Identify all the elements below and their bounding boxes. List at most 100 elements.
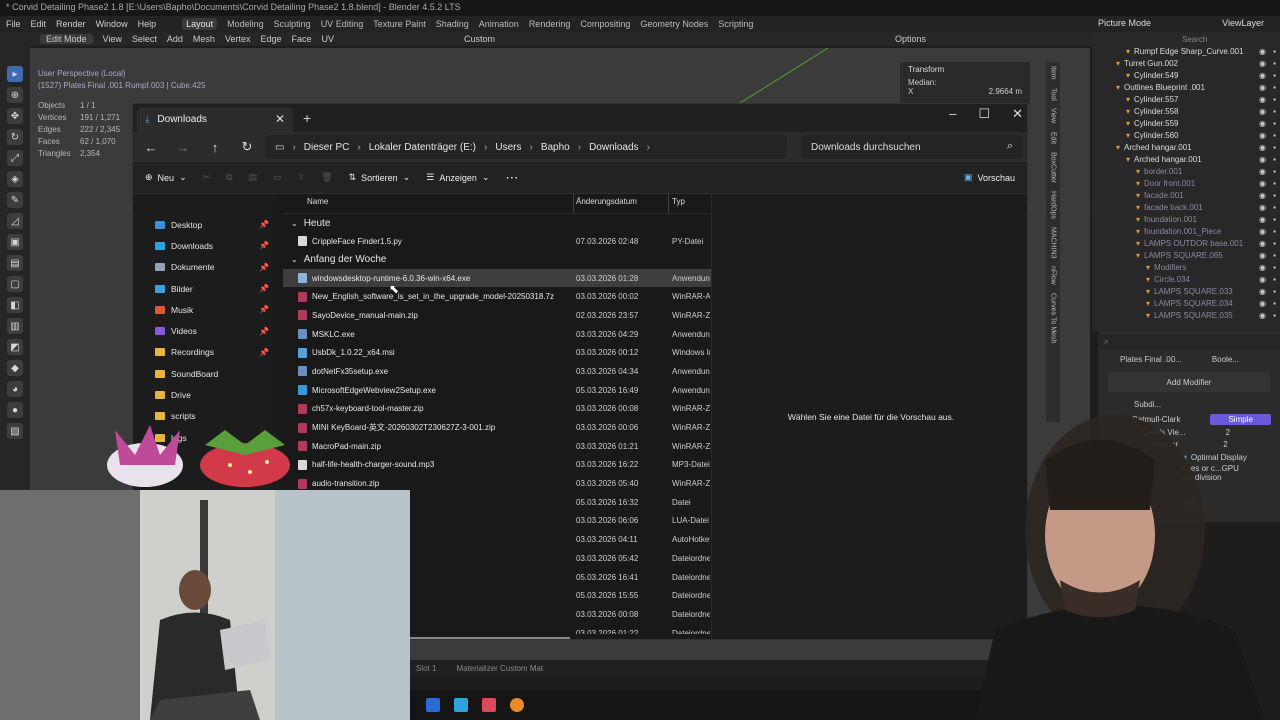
nav-item-bilder[interactable]: Bilder 📌: [133, 278, 279, 299]
file-row[interactable]: windowsdesktop-runtime-6.0.36-win-x64.ex…: [283, 268, 711, 288]
delete-icon[interactable]: 🗑: [313, 172, 340, 183]
eye-icon[interactable]: ◉: [1259, 70, 1266, 82]
add-cube-tool-icon[interactable]: ▣: [7, 234, 23, 250]
render-icon[interactable]: ▪: [1273, 94, 1276, 106]
eye-icon[interactable]: ◉: [1259, 238, 1266, 250]
render-icon[interactable]: ▪: [1273, 214, 1276, 226]
outliner-row[interactable]: ▾ Outlines Blueprint .001 ◉ ▪: [1092, 82, 1280, 94]
header-menu-face[interactable]: Face: [291, 34, 311, 44]
eye-icon[interactable]: ◉: [1259, 166, 1266, 178]
n-panel-tab[interactable]: Curves To Mesh: [1050, 293, 1057, 343]
workspace-tab[interactable]: Layout: [182, 18, 218, 30]
workspace-tab[interactable]: UV Editing: [321, 19, 364, 29]
viewlayer-label[interactable]: ViewLayer: [1222, 18, 1264, 28]
bevel-tool-icon[interactable]: ◧: [7, 297, 23, 313]
nav-item-dokumente[interactable]: Dokumente 📌: [133, 257, 279, 278]
shear-tool-icon[interactable]: ▧: [7, 423, 23, 439]
nav-item-musik[interactable]: Musik 📌: [133, 299, 279, 320]
outliner-row[interactable]: ▾ LAMPS SQUARE.035 ◉ ▪: [1092, 310, 1280, 322]
eye-icon[interactable]: ◉: [1259, 262, 1266, 274]
workspace-tab[interactable]: Compositing: [580, 19, 630, 29]
eye-icon[interactable]: ◉: [1259, 82, 1266, 94]
more-options-icon[interactable]: ⋯: [497, 170, 526, 186]
group-header-today[interactable]: ⌄ Heute: [283, 214, 711, 232]
smooth-tool-icon[interactable]: ●: [7, 402, 23, 418]
taskbar-image-icon[interactable]: [482, 698, 496, 712]
taskbar-blender-icon[interactable]: [510, 698, 524, 712]
nav-item-desktop[interactable]: Desktop 📌: [133, 214, 279, 235]
eye-icon[interactable]: ◉: [1259, 190, 1266, 202]
knife-tool-icon[interactable]: ◩: [7, 339, 23, 355]
eye-icon[interactable]: ◉: [1259, 118, 1266, 130]
spin-tool-icon[interactable]: ◕: [7, 381, 23, 397]
outliner-row[interactable]: ▾ foundation.001_Piece ◉ ▪: [1092, 226, 1280, 238]
header-menu-add[interactable]: Add: [167, 34, 183, 44]
scale-tool-icon[interactable]: ⤢: [7, 150, 23, 166]
eye-icon[interactable]: ◉: [1259, 106, 1266, 118]
workspace-tab[interactable]: Geometry Nodes: [640, 19, 708, 29]
n-panel-tab[interactable]: HardOps: [1050, 191, 1057, 219]
eye-icon[interactable]: ◉: [1259, 46, 1266, 58]
back-icon[interactable]: ←: [135, 140, 167, 155]
props-search[interactable]: ⌕: [1104, 337, 1108, 347]
pin-icon[interactable]: 📌: [259, 241, 269, 250]
type-column-header[interactable]: Typ: [672, 197, 685, 206]
file-row[interactable]: MSKLC.exe 03.03.2026 04:29 Anwendung: [283, 325, 711, 344]
render-icon[interactable]: ▪: [1273, 118, 1276, 130]
workspace-tab[interactable]: Animation: [479, 19, 519, 29]
editor-label[interactable]: Picture Mode: [1098, 18, 1151, 28]
move-tool-icon[interactable]: ✥: [7, 108, 23, 124]
outliner-row[interactable]: ▾ Door front.001 ◉ ▪: [1092, 178, 1280, 190]
cut-icon[interactable]: ✂: [195, 172, 219, 183]
eye-icon[interactable]: ◉: [1259, 178, 1266, 190]
workspace-tab[interactable]: Rendering: [529, 19, 571, 29]
outliner-row[interactable]: ▾ Arched hangar.001 ◉ ▪: [1092, 142, 1280, 154]
outliner-row[interactable]: ▾ Turret Gun.002 ◉ ▪: [1092, 58, 1280, 70]
breadcrumb-item[interactable]: Lokaler Datenträger (E:): [369, 142, 476, 153]
outliner-row[interactable]: ▾ LAMPS OUTDOR base.001 ◉ ▪: [1092, 238, 1280, 250]
nav-item-recordings[interactable]: Recordings 📌: [133, 342, 279, 363]
render-icon[interactable]: ▪: [1273, 262, 1276, 274]
file-row[interactable]: dotNetFx35setup.exe 03.03.2026 04:34 Anwen…: [283, 362, 711, 381]
transform-tool-icon[interactable]: ◈: [7, 171, 23, 187]
header-menu-mesh[interactable]: Mesh: [193, 34, 215, 44]
breadcrumb-item[interactable]: Bapho: [541, 142, 570, 153]
file-row[interactable]: MacroPad-main.zip 03.03.2026 01:21 WinRAR-…: [283, 437, 711, 456]
date-column-header[interactable]: Änderungsdatum: [576, 197, 637, 206]
rotate-tool-icon[interactable]: ↻: [7, 129, 23, 145]
taskbar-notepad-icon[interactable]: [454, 698, 468, 712]
n-panel-tab[interactable]: Edit: [1050, 132, 1057, 144]
add-modifier-button[interactable]: Add Modifier: [1108, 372, 1270, 392]
eye-icon[interactable]: ◉: [1259, 130, 1266, 142]
outliner-row[interactable]: ▾ facade.001 ◉ ▪: [1092, 190, 1280, 202]
new-tab-icon[interactable]: +: [303, 110, 311, 126]
render-icon[interactable]: ▪: [1273, 106, 1276, 118]
inset-tool-icon[interactable]: ▢: [7, 276, 23, 292]
menu-render[interactable]: Render: [56, 19, 86, 29]
eye-icon[interactable]: ◉: [1259, 226, 1266, 238]
extrude-tool-icon[interactable]: ▤: [7, 255, 23, 271]
outliner-row[interactable]: ▾ Rumpf Edge Sharp_Curve.001 ◉ ▪: [1092, 46, 1280, 58]
render-icon[interactable]: ▪: [1273, 310, 1276, 322]
header-menu-uv[interactable]: UV: [322, 34, 335, 44]
render-icon[interactable]: ▪: [1273, 202, 1276, 214]
outliner-row[interactable]: ▾ Arched hangar.001 ◉ ▪: [1092, 154, 1280, 166]
name-column-header[interactable]: Name: [307, 197, 328, 206]
view-button[interactable]: ☰ Anzeigen ⌄: [418, 172, 497, 183]
render-icon[interactable]: ▪: [1273, 190, 1276, 202]
breadcrumb-item[interactable]: Dieser PC: [304, 142, 350, 153]
eye-icon[interactable]: ◉: [1259, 286, 1266, 298]
eye-icon[interactable]: ◉: [1259, 214, 1266, 226]
pin-icon[interactable]: 📌: [259, 305, 269, 314]
measure-tool-icon[interactable]: ◿: [7, 213, 23, 229]
poly-build-tool-icon[interactable]: ◆: [7, 360, 23, 376]
eye-icon[interactable]: ◉: [1259, 154, 1266, 166]
search-input[interactable]: Downloads durchsuchen ⌕: [801, 135, 1023, 159]
outliner-row[interactable]: ▾ Cylinder.558 ◉ ▪: [1092, 106, 1280, 118]
n-panel-tab[interactable]: View: [1050, 108, 1057, 123]
maximize-icon[interactable]: ☐: [978, 106, 990, 122]
outliner-row[interactable]: ▾ foundation.001 ◉ ▪: [1092, 214, 1280, 226]
pin-icon[interactable]: 📌: [259, 263, 269, 272]
taskbar-app-icon[interactable]: [426, 698, 440, 712]
sort-button[interactable]: ⇅ Sortieren ⌄: [341, 172, 419, 183]
